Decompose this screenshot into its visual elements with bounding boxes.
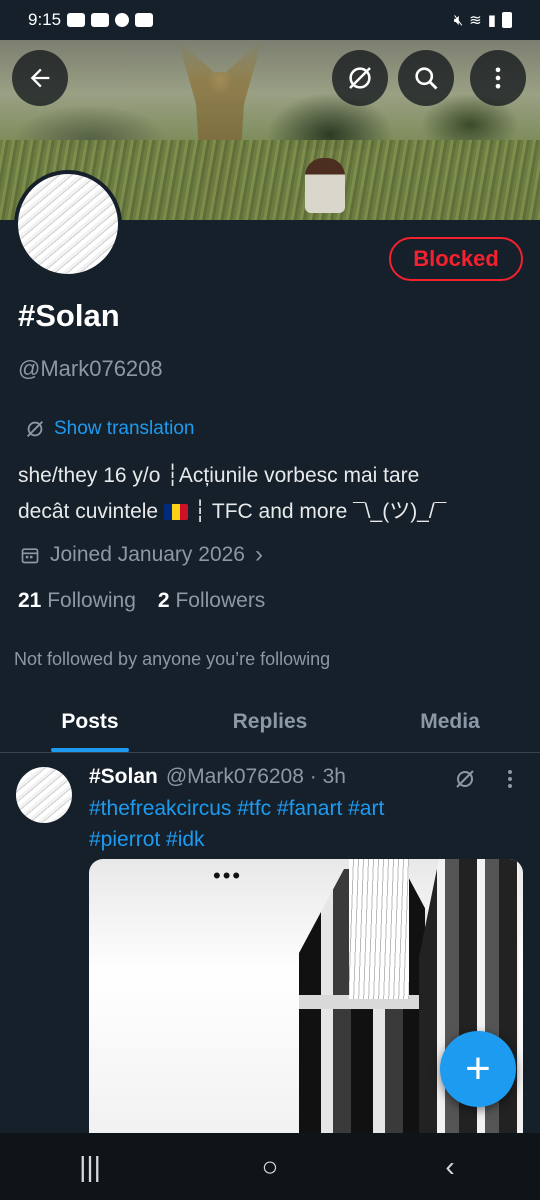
post-image[interactable]: •••: [89, 859, 523, 1149]
translate-icon: [349, 67, 371, 89]
status-time: 9:15: [28, 10, 62, 29]
post-meta: @Mark076208 · 3h: [165, 765, 346, 788]
translate-button[interactable]: [332, 50, 388, 106]
post-avatar[interactable]: [16, 767, 72, 823]
back-button[interactable]: [12, 50, 68, 106]
bio-line-2a: decât cuvintele: [18, 500, 159, 523]
tab-media[interactable]: Media: [360, 690, 540, 752]
illustration-hair: [349, 859, 409, 999]
following-label: Following: [47, 589, 136, 612]
post-hashtags-line-1[interactable]: #thefreakcircus #tfc #fanart #art: [89, 793, 509, 824]
bio-line-2b: ┆ TFC and more ¯\_(ツ)_/¯: [193, 500, 447, 523]
wifi-icon: ≋: [469, 12, 482, 29]
show-translation-link[interactable]: Show translation: [24, 418, 194, 440]
avatar: [16, 767, 72, 823]
heart-icon: [115, 13, 130, 27]
seated-figure: [305, 158, 345, 213]
youtube-icon: [67, 13, 86, 27]
following-link[interactable]: 21 Following: [18, 589, 136, 613]
image-dots: •••: [213, 863, 243, 888]
tab-posts[interactable]: Posts: [0, 690, 180, 752]
battery-icon: [502, 12, 512, 28]
handle: @Mark076208: [18, 356, 163, 381]
mute-icon: 🔇︎: [453, 11, 464, 29]
post-header: #Solan @Mark076208 · 3h: [89, 765, 346, 789]
nav-back-button[interactable]: ‹: [410, 1151, 490, 1183]
blocked-button[interactable]: Blocked: [389, 237, 523, 281]
follow-stats: 21 Following 2 Followers: [18, 589, 265, 613]
bio: she/they 16 y/o ┆Acțiunile vorbesc mai t…: [18, 458, 523, 530]
followers-label: Followers: [175, 589, 266, 612]
post-translate-button[interactable]: [453, 767, 477, 796]
avatar: [18, 174, 118, 274]
following-count: 21: [18, 589, 42, 612]
post-hashtags-line-2[interactable]: #pierrot #idk: [89, 824, 509, 855]
recents-button[interactable]: |||: [50, 1151, 130, 1183]
chevron-right-icon: ›: [254, 541, 263, 568]
tab-replies[interactable]: Replies: [180, 690, 360, 752]
romania-flag-icon: [163, 504, 188, 520]
news-icon: [135, 13, 154, 27]
youtube-icon: [91, 13, 110, 27]
more-vertical-icon: [508, 770, 512, 788]
followers-link[interactable]: 2 Followers: [158, 589, 265, 613]
signal-icon: ▮: [487, 12, 496, 29]
status-bar: 9:15 🔇︎ ≋ ▮: [0, 0, 540, 40]
translate-icon: [456, 770, 474, 788]
show-translation-label: Show translation: [54, 418, 195, 439]
compose-button[interactable]: +: [440, 1031, 516, 1107]
search-button[interactable]: [398, 50, 454, 106]
post-author-name[interactable]: #Solan: [89, 765, 158, 789]
calendar-icon: [21, 548, 39, 564]
translate-icon: [27, 421, 43, 437]
more-vertical-icon: [495, 67, 501, 89]
search-icon: [415, 67, 438, 90]
display-name: #Solan: [18, 298, 120, 333]
arrow-left-icon: [30, 68, 50, 88]
profile-tabs: Posts Replies Media: [0, 690, 540, 753]
followers-count: 2: [157, 589, 170, 612]
joined-row[interactable]: Joined January 2026 ›: [20, 541, 263, 569]
not-followed-notice: Not followed by anyone you’re following: [14, 649, 331, 669]
home-button[interactable]: ○: [230, 1151, 310, 1183]
more-button[interactable]: [470, 50, 526, 106]
bio-line-1: she/they 16 y/o ┆Acțiunile vorbesc mai t…: [18, 464, 420, 487]
profile-avatar[interactable]: [14, 170, 122, 278]
post-text: #thefreakcircus #tfc #fanart #art #pierr…: [89, 793, 509, 855]
system-nav-bar: ||| ○ ‹: [0, 1133, 540, 1200]
joined-label: Joined January 2026: [50, 543, 245, 566]
